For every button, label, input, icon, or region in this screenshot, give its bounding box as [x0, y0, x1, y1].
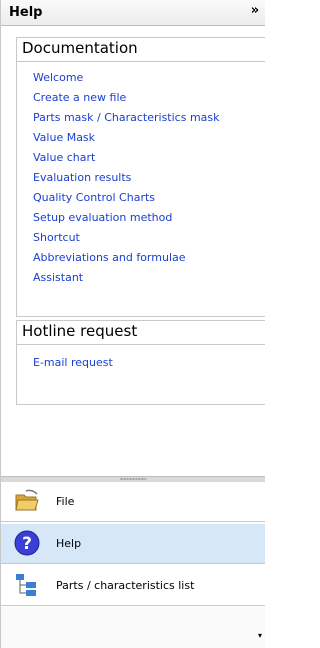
link-shortcut[interactable]: Shortcut — [33, 231, 80, 244]
link-create-new-file[interactable]: Create a new file — [33, 91, 126, 104]
link-value-mask[interactable]: Value Mask — [33, 131, 95, 144]
tree-list-icon — [16, 574, 36, 596]
hotline-links: E-mail request — [17, 345, 265, 373]
hotline-title: Hotline request — [17, 321, 265, 345]
link-assistant[interactable]: Assistant — [33, 271, 83, 284]
nav-item-file[interactable]: File — [1, 482, 265, 522]
nav-item-parts-list[interactable]: Parts / characteristics list — [1, 566, 265, 606]
svg-text:?: ? — [22, 534, 32, 554]
collapse-pane-button[interactable]: » — [247, 3, 263, 21]
pane-title: Help — [9, 5, 43, 20]
folder-icon — [15, 489, 39, 511]
documentation-links: Welcome Create a new file Parts mask / C… — [17, 62, 265, 288]
link-parts-mask[interactable]: Parts mask / Characteristics mask — [33, 111, 220, 124]
link-value-chart[interactable]: Value chart — [33, 151, 95, 164]
hotline-group: Hotline request E-mail request — [16, 320, 265, 405]
link-quality-control-charts[interactable]: Quality Control Charts — [33, 191, 155, 204]
pane-header: Help » — [1, 0, 265, 26]
link-email-request[interactable]: E-mail request — [33, 356, 113, 369]
link-welcome[interactable]: Welcome — [33, 71, 83, 84]
documentation-group: Documentation Welcome Create a new file … — [16, 37, 265, 317]
nav-item-help[interactable]: ? Help — [1, 524, 265, 564]
link-evaluation-results[interactable]: Evaluation results — [33, 171, 131, 184]
chevron-down-icon[interactable]: ▾ — [258, 631, 262, 640]
link-setup-evaluation-method[interactable]: Setup evaluation method — [33, 211, 172, 224]
help-icon: ? — [14, 530, 40, 556]
splitter-grip-icon — [120, 478, 146, 480]
nav-item-label: Parts / characteristics list — [56, 579, 195, 592]
nav-item-label: Help — [56, 537, 82, 550]
nav-item-label: File — [56, 495, 75, 508]
link-abbreviations-formulae[interactable]: Abbreviations and formulae — [33, 251, 186, 264]
documentation-title: Documentation — [17, 38, 265, 62]
help-pane: Help » Documentation Welcome Create a ne… — [0, 0, 265, 648]
nav-overflow-strip: ▾ — [1, 607, 265, 648]
